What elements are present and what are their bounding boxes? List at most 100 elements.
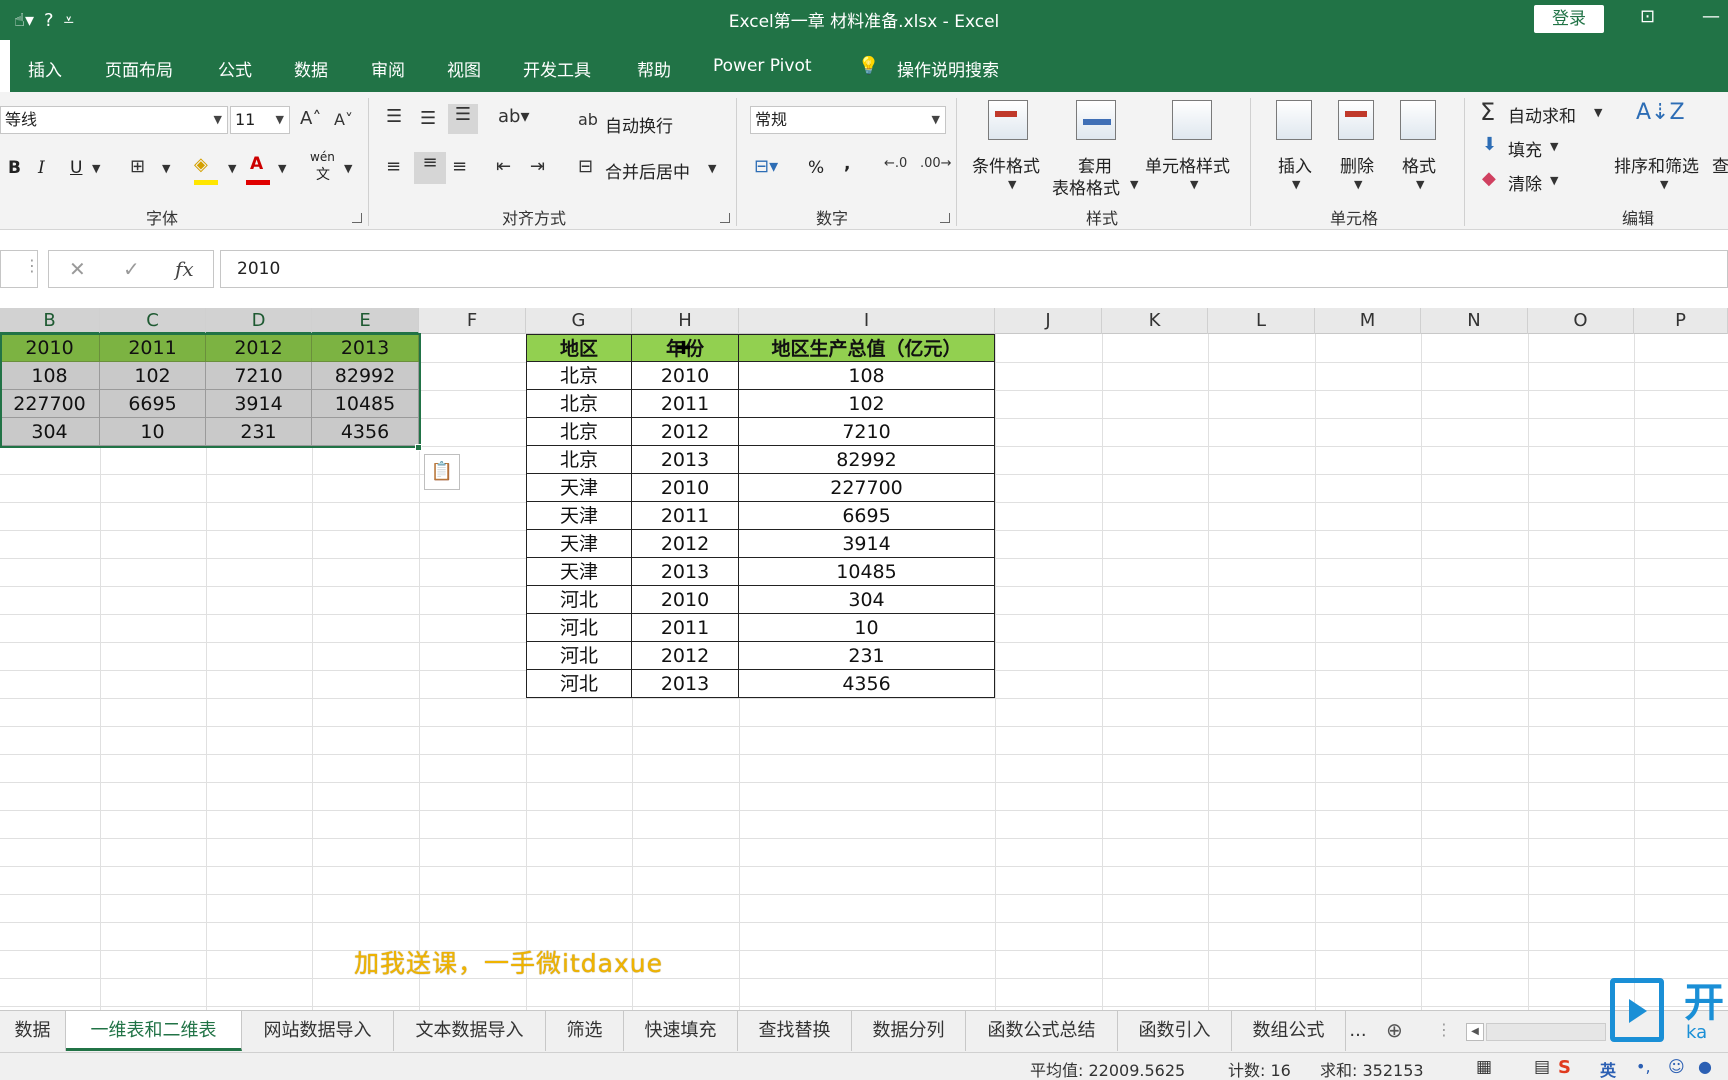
- format-cells-button[interactable]: 格式: [1402, 152, 1436, 177]
- output-cell[interactable]: 2010: [632, 362, 739, 390]
- conditional-format-button[interactable]: 条件格式: [972, 152, 1040, 177]
- more-sheets-button[interactable]: ...: [1346, 1011, 1370, 1051]
- output-cell[interactable]: 231: [739, 642, 995, 670]
- output-cell[interactable]: 2012: [632, 642, 739, 670]
- output-cell[interactable]: 河北: [526, 586, 632, 614]
- bold-button[interactable]: B: [8, 158, 21, 178]
- source-header-cell[interactable]: 2012: [206, 334, 312, 362]
- output-cell[interactable]: 227700: [739, 474, 995, 502]
- scroll-left-icon[interactable]: ◀: [1466, 1023, 1484, 1041]
- column-header-i[interactable]: I: [739, 308, 995, 334]
- chevron-down-icon[interactable]: ▼: [1190, 178, 1198, 191]
- underline-button[interactable]: U: [70, 158, 82, 178]
- borders-icon[interactable]: ⊞: [130, 156, 145, 177]
- punctuation-icon[interactable]: •,: [1636, 1057, 1651, 1076]
- increase-indent-icon[interactable]: ⇥: [530, 156, 545, 177]
- ribbon-display-icon[interactable]: ⊡: [1640, 6, 1655, 27]
- output-cell[interactable]: 天津: [526, 502, 632, 530]
- output-cell[interactable]: 7210: [739, 418, 995, 446]
- output-cell[interactable]: 304: [739, 586, 995, 614]
- output-cell[interactable]: 河北: [526, 642, 632, 670]
- source-cell[interactable]: 231: [206, 418, 312, 446]
- number-dialog-launcher[interactable]: [940, 213, 950, 223]
- sogou-ime-icon[interactable]: S: [1558, 1057, 1571, 1078]
- column-header-o[interactable]: O: [1528, 308, 1634, 334]
- sheet-tab-text-import[interactable]: 文本数据导入: [394, 1011, 546, 1051]
- output-cell[interactable]: 108: [739, 362, 995, 390]
- output-cell[interactable]: 2011: [632, 614, 739, 642]
- tab-data[interactable]: 数据: [294, 56, 328, 81]
- italic-button[interactable]: I: [38, 158, 45, 178]
- cell-styles-button[interactable]: 单元格样式: [1145, 152, 1230, 177]
- sheet-tab-web-import[interactable]: 网站数据导入: [242, 1011, 394, 1051]
- increase-decimal-icon[interactable]: ←.0: [884, 156, 907, 171]
- chevron-down-icon[interactable]: ▼: [278, 162, 286, 175]
- chevron-down-icon[interactable]: ▼: [1594, 106, 1602, 119]
- column-header-c[interactable]: C: [100, 308, 206, 334]
- tab-page-layout[interactable]: 页面布局: [105, 56, 173, 81]
- fill-color-icon[interactable]: ◈: [194, 154, 208, 175]
- output-cell[interactable]: 10485: [739, 558, 995, 586]
- column-header-b[interactable]: B: [0, 308, 100, 334]
- source-header-cell[interactable]: 2010: [0, 334, 100, 362]
- file-tab-edge[interactable]: [0, 40, 10, 92]
- output-header-region[interactable]: 地区: [526, 334, 632, 362]
- column-header-e[interactable]: E: [312, 308, 419, 334]
- sheet-tab-active[interactable]: 一维表和二维表: [66, 1011, 242, 1051]
- align-middle-icon[interactable]: ☰: [420, 108, 436, 129]
- decrease-decimal-icon[interactable]: .00→: [920, 156, 952, 171]
- table-format-button-line2[interactable]: 表格格式: [1052, 174, 1120, 199]
- tab-power-pivot[interactable]: Power Pivot: [713, 56, 812, 76]
- output-cell[interactable]: 102: [739, 390, 995, 418]
- column-header-m[interactable]: M: [1315, 308, 1421, 334]
- chevron-down-icon[interactable]: ▼: [1130, 178, 1138, 191]
- output-cell[interactable]: 3914: [739, 530, 995, 558]
- output-cell[interactable]: 2010: [632, 586, 739, 614]
- output-cell[interactable]: 2010: [632, 474, 739, 502]
- output-header-gdp[interactable]: 地区生产总值（亿元）: [739, 334, 995, 362]
- fill-down-icon[interactable]: ⬇: [1482, 134, 1497, 155]
- sort-filter-button[interactable]: 排序和筛选: [1614, 152, 1699, 177]
- autosum-button[interactable]: 自动求和: [1508, 102, 1576, 127]
- insert-cells-icon[interactable]: [1276, 100, 1312, 140]
- page-layout-view-icon[interactable]: ▤: [1534, 1057, 1550, 1077]
- source-cell[interactable]: 227700: [0, 390, 100, 418]
- tab-insert[interactable]: 插入: [28, 56, 62, 81]
- align-left-icon[interactable]: ≡: [386, 156, 401, 177]
- output-cell[interactable]: 天津: [526, 530, 632, 558]
- orientation-icon[interactable]: ab▾: [498, 106, 530, 127]
- chevron-down-icon[interactable]: ▼: [228, 162, 236, 175]
- chevron-down-icon[interactable]: ▼: [162, 162, 170, 175]
- output-cell[interactable]: 2011: [632, 502, 739, 530]
- tab-review[interactable]: 审阅: [371, 56, 405, 81]
- autosum-icon[interactable]: Σ: [1480, 98, 1495, 126]
- sheet-tab-data[interactable]: 数据: [0, 1011, 66, 1051]
- chevron-down-icon[interactable]: ▼: [1660, 178, 1668, 191]
- cancel-icon[interactable]: ✕: [69, 257, 86, 281]
- align-top-icon[interactable]: ☰: [386, 106, 402, 127]
- chevron-down-icon[interactable]: ▼: [1354, 178, 1362, 191]
- source-cell[interactable]: 7210: [206, 362, 312, 390]
- column-header-d[interactable]: D: [206, 308, 312, 334]
- output-cell[interactable]: 2012: [632, 418, 739, 446]
- output-cell[interactable]: 2013: [632, 558, 739, 586]
- output-cell[interactable]: 河北: [526, 614, 632, 642]
- output-cell[interactable]: 北京: [526, 390, 632, 418]
- formula-input[interactable]: 2010: [220, 250, 1728, 288]
- merge-center-button[interactable]: 合并后居中: [605, 158, 690, 183]
- source-cell[interactable]: 6695: [100, 390, 206, 418]
- sheet-tab-functions[interactable]: 函数引入: [1118, 1011, 1232, 1051]
- add-sheet-icon[interactable]: ⊕: [1386, 1018, 1403, 1042]
- table-format-icon[interactable]: [1076, 100, 1116, 140]
- source-cell[interactable]: 10: [100, 418, 206, 446]
- tab-help[interactable]: 帮助: [637, 56, 671, 81]
- worksheet-grid[interactable]: B C D E F G H I J K L M N O P 2010 2011 …: [0, 308, 1728, 1010]
- font-size-combo[interactable]: 11 ▼: [230, 106, 290, 134]
- column-header-f[interactable]: F: [419, 308, 526, 334]
- align-right-icon[interactable]: ≡: [452, 156, 467, 177]
- tell-me-search[interactable]: 操作说明搜索: [897, 56, 999, 81]
- source-header-cell[interactable]: 2011: [100, 334, 206, 362]
- horizontal-scrollbar[interactable]: [1486, 1023, 1606, 1041]
- column-header-k[interactable]: K: [1102, 308, 1208, 334]
- clear-button[interactable]: 清除: [1508, 170, 1542, 195]
